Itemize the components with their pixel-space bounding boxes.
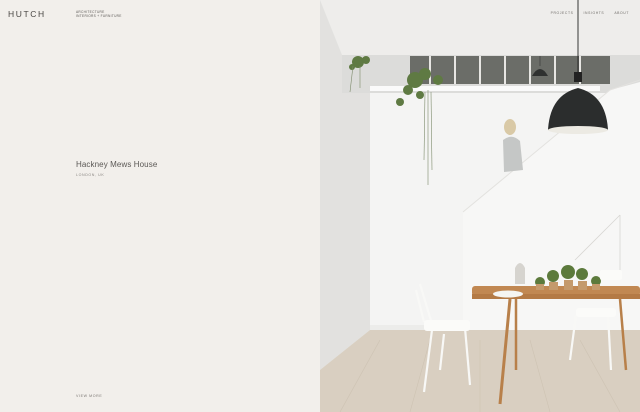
nav-item-projects[interactable]: PROJECTS — [551, 11, 574, 15]
project-title: Hackney Mews House — [76, 160, 158, 169]
nav-item-about[interactable]: ABOUT — [614, 11, 629, 15]
brand-tagline: ARCHITECTURE INTERIORS + FURNITURE — [76, 10, 122, 18]
view-more-link[interactable]: VIEW MORE — [76, 394, 102, 398]
interior-photo-illustration — [320, 0, 640, 412]
nav-item-insights[interactable]: INSIGHTS — [583, 11, 604, 15]
project-location: LONDON, UK — [76, 173, 105, 177]
tagline-line-2: INTERIORS + FURNITURE — [76, 14, 122, 18]
main-nav: PROJECTS INSIGHTS ABOUT — [551, 11, 629, 15]
project-photo: PROJECTS INSIGHTS ABOUT — [320, 0, 640, 412]
info-panel: HUTCH ARCHITECTURE INTERIORS + FURNITURE… — [0, 0, 320, 412]
brand-logo[interactable]: HUTCH — [8, 9, 46, 19]
